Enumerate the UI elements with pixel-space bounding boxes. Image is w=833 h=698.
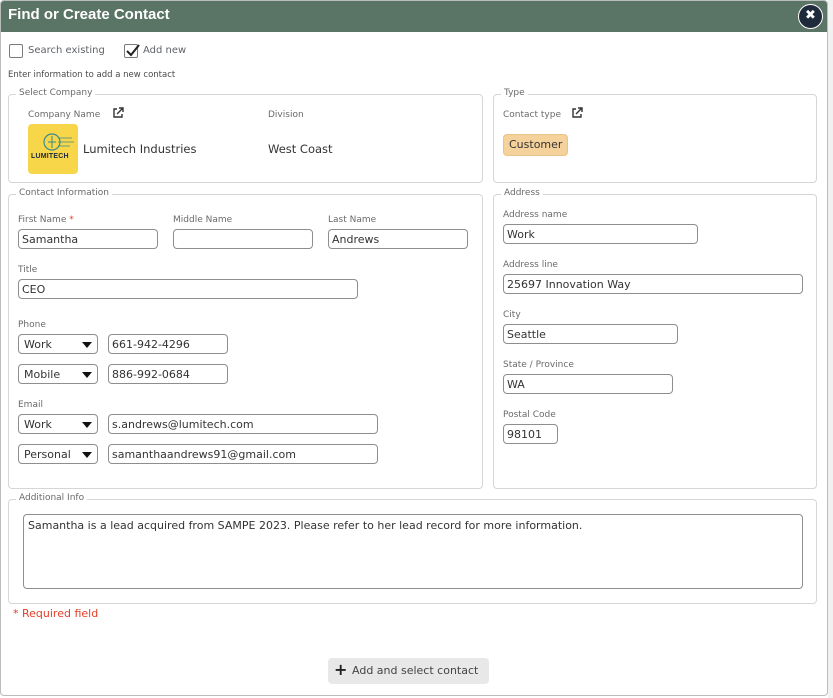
additional-info-textarea[interactable]: Samantha is a lead acquired from SAMPE 2… <box>23 514 803 589</box>
add-new-checkbox[interactable] <box>124 44 140 58</box>
email-type-select[interactable]: Personal <box>18 444 98 464</box>
phone-type-select[interactable]: Mobile <box>18 364 98 384</box>
additional-info-legend: Additional Info <box>16 493 88 503</box>
contact-type-label: Contact type <box>503 110 561 120</box>
add-new-label: Add new <box>143 45 187 56</box>
phone-type-value: Work <box>24 338 52 351</box>
add-and-select-contact-button[interactable]: + Add and select contact <box>328 658 489 684</box>
email-type-select[interactable]: Work <box>18 414 98 434</box>
postal-code-label: Postal Code <box>503 410 556 420</box>
scrollbar[interactable] <box>828 0 833 698</box>
middle-name-input[interactable] <box>173 229 313 249</box>
checkmark-icon <box>126 44 140 57</box>
email-input[interactable]: s.andrews@lumitech.com <box>108 414 378 434</box>
contact-information-legend: Contact Information <box>16 188 112 198</box>
city-input[interactable]: Seattle <box>503 324 678 344</box>
address-line-label: Address line <box>503 260 558 270</box>
address-line-input[interactable]: 25697 Innovation Way <box>503 274 803 294</box>
select-company-group: Select Company <box>8 88 483 183</box>
phone-type-select[interactable]: Work <box>18 334 98 354</box>
required-mark: * <box>69 215 74 225</box>
address-legend: Address <box>501 188 543 198</box>
last-name-input[interactable]: Andrews <box>328 229 468 249</box>
city-label: City <box>503 310 521 320</box>
division-value: West Coast <box>268 142 333 156</box>
open-company-icon[interactable] <box>112 107 124 119</box>
type-legend: Type <box>501 88 528 98</box>
company-logo: LUMITECH <box>28 124 78 174</box>
phone-type-value: Mobile <box>24 368 61 381</box>
chevron-down-icon <box>82 372 92 378</box>
phone-label: Phone <box>18 320 46 330</box>
dialog-title: Find or Create Contact <box>8 6 170 23</box>
address-name-input[interactable]: Work <box>503 224 698 244</box>
contact-type-badge[interactable]: Customer <box>503 134 569 156</box>
find-or-create-contact-dialog: Find or Create Contact ✖ Search existing… <box>0 0 828 696</box>
email-label: Email <box>18 400 43 410</box>
middle-name-label: Middle Name <box>173 215 233 225</box>
chevron-down-icon <box>82 452 92 458</box>
first-name-label: First Name * <box>18 215 74 225</box>
address-name-label: Address name <box>503 210 568 220</box>
dialog-titlebar: Find or Create Contact ✖ <box>1 1 827 32</box>
email-type-value: Work <box>24 418 52 431</box>
close-button[interactable]: ✖ <box>798 4 823 29</box>
instruction-text: Enter information to add a new contact <box>8 70 176 80</box>
company-name-value: Lumitech Industries <box>83 142 197 156</box>
phone-number-input[interactable]: 661-942-4296 <box>108 334 228 354</box>
first-name-input[interactable]: Samantha <box>18 229 158 249</box>
add-button-label: Add and select contact <box>352 664 479 677</box>
chevron-down-icon <box>82 342 92 348</box>
title-label: Title <box>18 265 38 275</box>
phone-number-input[interactable]: 886-992-0684 <box>108 364 228 384</box>
state-input[interactable]: WA <box>503 374 673 394</box>
search-existing-checkbox[interactable] <box>9 44 23 58</box>
postal-code-input[interactable]: 98101 <box>503 424 558 444</box>
search-existing-label: Search existing <box>28 45 105 56</box>
logo-text: LUMITECH <box>31 153 69 160</box>
last-name-label: Last Name <box>328 215 377 225</box>
plus-icon: + <box>334 660 348 679</box>
email-input[interactable]: samanthaandrews91@gmail.com <box>108 444 378 464</box>
email-type-value: Personal <box>24 448 71 461</box>
required-field-note: * Required field <box>13 607 99 620</box>
open-contact-type-icon[interactable] <box>571 107 583 119</box>
select-company-legend: Select Company <box>16 88 96 98</box>
chevron-down-icon <box>82 422 92 428</box>
division-label: Division <box>268 110 304 120</box>
title-input[interactable]: CEO <box>18 279 358 299</box>
state-label: State / Province <box>503 360 574 370</box>
bulb-icon <box>43 133 74 151</box>
company-name-label: Company Name <box>28 110 101 120</box>
